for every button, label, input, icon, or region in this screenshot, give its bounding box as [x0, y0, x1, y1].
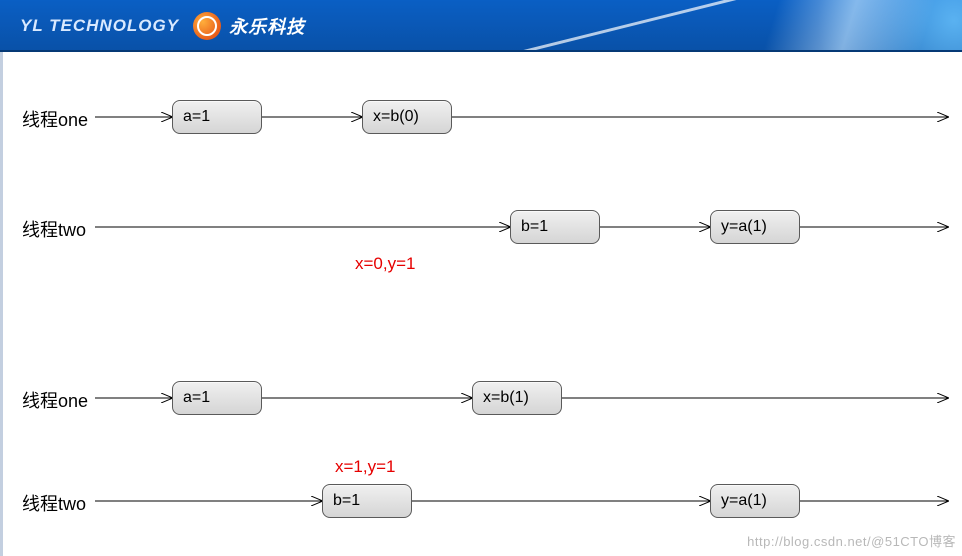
watermark-text: http://blog.csdn.net/@51CTO博客: [747, 531, 956, 550]
thread-label: 线程two: [22, 216, 86, 242]
op-box: y=a(1): [710, 484, 800, 518]
op-text: a=1: [183, 389, 210, 407]
op-text: x=b(0): [373, 108, 419, 126]
op-box: y=a(1): [710, 210, 800, 244]
diagram-canvas: 线程one a=1 x=b(0) 线程two b=1 y=a(1) x=0,y=…: [0, 52, 962, 556]
op-text: x=b(1): [483, 389, 529, 407]
op-text: y=a(1): [721, 492, 767, 510]
thread-label: 线程one: [22, 106, 88, 132]
op-box: b=1: [322, 484, 412, 518]
brand: YL TECHNOLOGY 永乐科技: [20, 0, 305, 52]
result-text: x=1,y=1: [335, 457, 396, 477]
op-text: a=1: [183, 108, 210, 126]
op-box: a=1: [172, 381, 262, 415]
brand-logo-icon: [193, 12, 221, 40]
op-text: b=1: [333, 492, 360, 510]
thread-label: 线程two: [22, 490, 86, 516]
thread-label: 线程one: [22, 387, 88, 413]
result-text: x=0,y=1: [355, 254, 416, 274]
op-box: x=b(0): [362, 100, 452, 134]
header-shard: [585, 0, 962, 52]
header-bar: YL TECHNOLOGY 永乐科技: [0, 0, 962, 52]
brand-text-en: YL TECHNOLOGY: [20, 16, 179, 36]
op-box: b=1: [510, 210, 600, 244]
diagram-arrows: [0, 52, 962, 556]
op-text: b=1: [521, 218, 548, 236]
op-text: y=a(1): [721, 218, 767, 236]
op-box: x=b(1): [472, 381, 562, 415]
op-box: a=1: [172, 100, 262, 134]
brand-text-cn: 永乐科技: [229, 13, 305, 39]
